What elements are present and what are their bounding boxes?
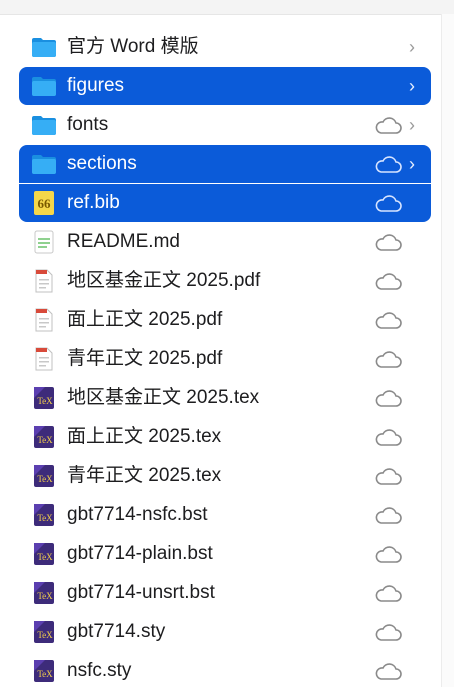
file-name: 面上正文 2025.tex — [67, 426, 222, 447]
file-row[interactable]: README.md — [19, 223, 431, 261]
file-name: figures — [67, 75, 125, 96]
chevron-right-icon[interactable] — [409, 348, 419, 370]
chevron-right-icon[interactable] — [409, 231, 419, 253]
bib-file-icon: 66 — [31, 191, 57, 215]
file-row[interactable]: figures › — [19, 67, 431, 105]
folder-icon — [31, 152, 57, 176]
chevron-right-icon[interactable]: › — [409, 36, 419, 58]
chevron-right-icon[interactable] — [409, 504, 419, 526]
file-row[interactable]: 青年正文 2025.pdf — [19, 340, 431, 378]
svg-text:TeX: TeX — [37, 630, 53, 640]
chevron-right-icon[interactable] — [409, 270, 419, 292]
file-row[interactable]: TeX gbt7714-plain.bst — [19, 535, 431, 573]
file-row[interactable]: fonts › — [19, 106, 431, 144]
icloud-download-icon[interactable] — [373, 155, 403, 175]
file-row[interactable]: TeX gbt7714-unsrt.bst — [19, 574, 431, 612]
icloud-download-icon[interactable] — [373, 389, 403, 409]
folder-icon — [31, 74, 57, 98]
folder-icon — [31, 35, 57, 59]
icloud-download-icon[interactable] — [373, 116, 403, 136]
chevron-right-icon[interactable]: › — [409, 75, 419, 97]
tex-file-icon: TeX — [31, 542, 57, 566]
file-row[interactable]: 66 ref.bib — [19, 184, 431, 222]
file-row[interactable]: TeX 青年正文 2025.tex — [19, 457, 431, 495]
file-row[interactable]: TeX gbt7714.sty — [19, 613, 431, 651]
icloud-download-icon[interactable] — [373, 272, 403, 292]
svg-text:TeX: TeX — [37, 591, 53, 601]
chevron-right-icon[interactable] — [409, 192, 419, 214]
file-row[interactable]: 地区基金正文 2025.pdf — [19, 262, 431, 300]
icloud-download-icon[interactable] — [373, 662, 403, 682]
icloud-download-icon[interactable] — [373, 428, 403, 448]
file-row[interactable]: 面上正文 2025.pdf — [19, 301, 431, 339]
chevron-right-icon[interactable] — [409, 387, 419, 409]
icloud-download-icon[interactable] — [373, 350, 403, 370]
icloud-download-icon[interactable] — [373, 545, 403, 565]
pdf-file-icon — [31, 269, 57, 293]
scroll-gutter[interactable] — [441, 14, 454, 687]
file-name: gbt7714-nsfc.bst — [67, 504, 208, 525]
tex-file-icon: TeX — [31, 659, 57, 683]
file-row[interactable]: TeX 地区基金正文 2025.tex — [19, 379, 431, 417]
file-name: 地区基金正文 2025.pdf — [67, 270, 261, 291]
file-name: sections — [67, 153, 137, 174]
file-name: nsfc.sty — [67, 660, 132, 681]
file-name: README.md — [67, 231, 180, 252]
file-row[interactable]: sections › — [19, 145, 431, 183]
svg-text:66: 66 — [38, 196, 52, 211]
svg-text:TeX: TeX — [37, 474, 53, 484]
chevron-right-icon[interactable]: › — [409, 153, 419, 175]
chevron-right-icon[interactable] — [409, 465, 419, 487]
file-name: gbt7714-unsrt.bst — [67, 582, 215, 603]
icloud-download-icon[interactable] — [373, 584, 403, 604]
chevron-right-icon[interactable] — [409, 582, 419, 604]
icloud-download-icon[interactable] — [373, 506, 403, 526]
file-name: ref.bib — [67, 192, 120, 213]
markdown-file-icon — [31, 230, 57, 254]
file-name: gbt7714.sty — [67, 621, 166, 642]
pdf-file-icon — [31, 347, 57, 371]
file-name: 青年正文 2025.tex — [67, 465, 222, 486]
tex-file-icon: TeX — [31, 581, 57, 605]
tex-file-icon: TeX — [31, 620, 57, 644]
tex-file-icon: TeX — [31, 503, 57, 527]
file-name: gbt7714-plain.bst — [67, 543, 213, 564]
svg-text:TeX: TeX — [37, 552, 53, 562]
icloud-download-icon[interactable] — [373, 467, 403, 487]
icloud-download-icon[interactable] — [373, 233, 403, 253]
tex-file-icon: TeX — [31, 425, 57, 449]
svg-text:TeX: TeX — [37, 435, 53, 445]
chevron-right-icon[interactable]: › — [409, 114, 419, 136]
file-row[interactable]: TeX 面上正文 2025.tex — [19, 418, 431, 456]
file-name: 地区基金正文 2025.tex — [67, 387, 260, 408]
svg-text:TeX: TeX — [37, 669, 53, 679]
window-top-strip — [0, 0, 454, 15]
tex-file-icon: TeX — [31, 464, 57, 488]
chevron-right-icon[interactable] — [409, 543, 419, 565]
svg-text:TeX: TeX — [37, 396, 53, 406]
file-row[interactable]: TeX gbt7714-nsfc.bst — [19, 496, 431, 534]
file-name: 面上正文 2025.pdf — [67, 309, 223, 330]
chevron-right-icon[interactable] — [409, 426, 419, 448]
file-row[interactable]: 官方 Word 模版 › — [19, 28, 431, 66]
chevron-right-icon[interactable] — [409, 660, 419, 682]
icloud-download-icon[interactable] — [373, 194, 403, 214]
pdf-file-icon — [31, 308, 57, 332]
file-name: 官方 Word 模版 — [67, 36, 199, 57]
file-name: fonts — [67, 114, 109, 135]
tex-file-icon: TeX — [31, 386, 57, 410]
file-row[interactable]: TeX nsfc.sty — [19, 652, 431, 690]
icloud-download-icon[interactable] — [373, 311, 403, 331]
icloud-download-icon[interactable] — [373, 623, 403, 643]
chevron-right-icon[interactable] — [409, 621, 419, 643]
folder-icon — [31, 113, 57, 137]
chevron-right-icon[interactable] — [409, 309, 419, 331]
svg-text:TeX: TeX — [37, 513, 53, 523]
file-name: 青年正文 2025.pdf — [67, 348, 223, 369]
